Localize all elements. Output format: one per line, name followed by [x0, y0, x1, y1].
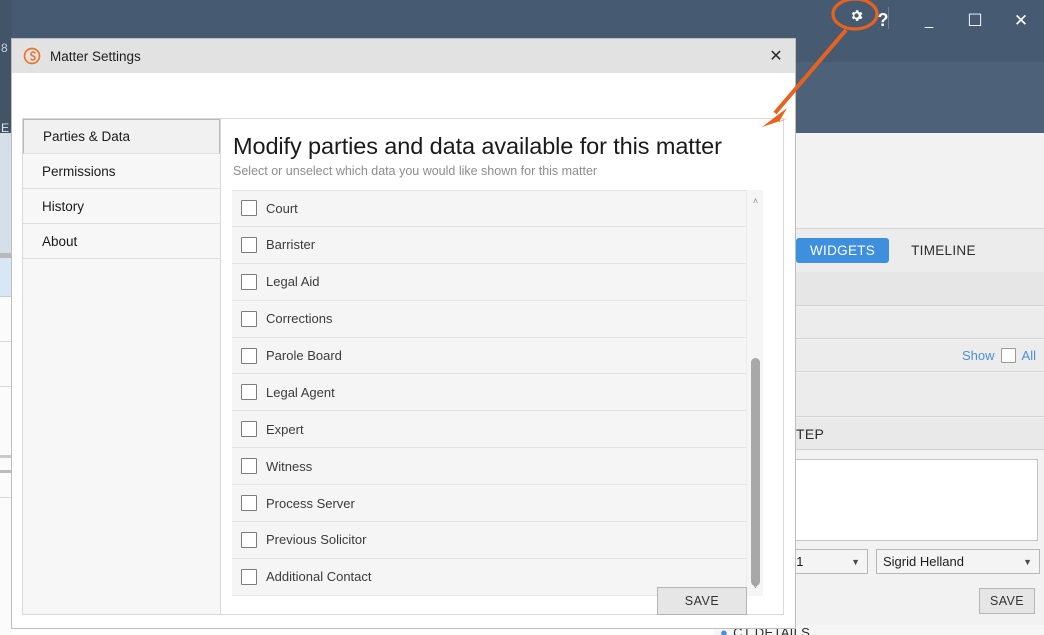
background-save-button[interactable]: SAVE — [979, 588, 1035, 614]
chevron-down-icon: ▼ — [1023, 556, 1032, 567]
step-section-header: TEP — [792, 418, 1044, 450]
list-item-label: Previous Solicitor — [266, 532, 367, 548]
checkbox[interactable] — [241, 310, 257, 327]
list-scrollbar[interactable]: ˄ ˅ — [746, 190, 763, 596]
sidebar-item-parties-and-data[interactable]: Parties & Data — [23, 119, 220, 154]
list-item[interactable]: Expert — [232, 411, 746, 449]
maximize-button[interactable]: ☐ — [952, 0, 998, 40]
sidebar-item-history[interactable]: History — [23, 189, 220, 224]
list-item-label: Legal Agent — [266, 384, 335, 400]
background-row-1 — [792, 272, 1044, 306]
background-sliver-h — [0, 470, 12, 473]
page-subtitle: Select or unselect which data you would … — [233, 164, 598, 178]
background-row-2 — [792, 307, 1044, 339]
chevron-down-icon: ▼ — [851, 556, 860, 567]
list-item[interactable]: Legal Aid — [232, 264, 746, 301]
list-item[interactable]: Witness — [232, 448, 746, 486]
window-controls: ? _ ☐ ✕ — [860, 0, 1044, 40]
checkbox[interactable] — [241, 495, 257, 512]
list-item-label: Barrister — [266, 237, 316, 253]
background-select-row: 21 ▼ Sigrid Helland ▼ — [782, 549, 1040, 574]
help-button[interactable]: ? — [860, 0, 906, 40]
person-select-value: Sigrid Helland — [883, 554, 964, 569]
page-title: Modify parties and data available for th… — [233, 133, 722, 159]
list-item-label: Expert — [266, 421, 304, 437]
list-item-label: Witness — [266, 458, 313, 474]
checkbox[interactable] — [241, 531, 257, 548]
list-item[interactable]: Previous Solicitor — [232, 522, 746, 559]
background-sliver-i — [0, 497, 12, 498]
parties-list: Court Barrister Legal Aid Corrections Pa… — [232, 190, 763, 596]
list-item-label: Process Server — [266, 495, 355, 511]
matter-settings-dialog: Matter Settings ✕ Parties & Data Permiss… — [12, 39, 795, 628]
checkbox[interactable] — [241, 568, 257, 585]
checkbox[interactable] — [241, 458, 257, 475]
checkbox[interactable] — [241, 273, 257, 290]
checkbox[interactable] — [241, 384, 257, 401]
checkbox[interactable] — [241, 236, 257, 253]
tab-timeline[interactable]: TIMELINE — [899, 238, 988, 263]
parties-list-rows: Court Barrister Legal Aid Corrections Pa… — [232, 190, 746, 596]
background-sliver-c — [0, 258, 12, 296]
list-item-label: Parole Board — [266, 348, 342, 363]
content-header: Modify parties and data available for th… — [221, 119, 783, 179]
scroll-up-arrow-icon[interactable]: ˄ — [747, 192, 764, 209]
scroll-down-arrow-icon[interactable]: ˅ — [747, 577, 764, 594]
all-link[interactable]: All — [1022, 348, 1036, 363]
background-sliver-a — [0, 133, 12, 253]
list-item[interactable]: Legal Agent — [232, 374, 746, 412]
screen: 8 E ? _ ☐ ✕ WIDGETS TIMELINE Show All TE… — [0, 0, 1044, 635]
checkbox[interactable] — [241, 347, 257, 364]
sidebar-item-label: Permissions — [42, 163, 116, 179]
background-sliver-f — [0, 386, 12, 387]
list-item-label: Legal Aid — [266, 274, 320, 290]
sidebar-item-label: About — [42, 233, 78, 249]
background-tabs: WIDGETS TIMELINE — [792, 228, 1044, 272]
scrollbar-thumb[interactable] — [751, 358, 760, 586]
background-sliver-d — [0, 296, 12, 297]
list-item-label: Court — [266, 200, 298, 216]
dialog-title: Matter Settings — [50, 48, 141, 64]
sidebar-item-label: Parties & Data — [43, 129, 131, 144]
save-button[interactable]: SAVE — [657, 587, 747, 615]
minimize-button[interactable]: _ — [906, 0, 952, 40]
background-sliver-g — [0, 455, 12, 458]
dialog-body: Parties & Data Permissions History About… — [12, 73, 795, 628]
background-row-3 — [792, 373, 1044, 417]
list-item[interactable]: Court — [232, 190, 746, 227]
sidebar-item-permissions[interactable]: Permissions — [23, 154, 220, 189]
app-left-rail — [0, 0, 12, 133]
sidebar-item-about[interactable]: About — [23, 224, 220, 259]
list-item-label: Additional Contact — [266, 569, 372, 585]
person-select[interactable]: Sigrid Helland ▼ — [876, 549, 1040, 574]
list-item[interactable]: Corrections — [232, 301, 746, 338]
show-all-checkbox[interactable] — [1000, 348, 1016, 363]
list-item[interactable]: Barrister — [232, 227, 746, 264]
note-textarea[interactable] — [782, 459, 1038, 541]
list-item-label: Corrections — [266, 311, 333, 327]
checkbox[interactable] — [241, 200, 257, 217]
dialog-sidebar: Parties & Data Permissions History About — [23, 119, 221, 614]
dialog-content: Modify parties and data available for th… — [221, 119, 783, 614]
close-button[interactable]: ✕ — [998, 0, 1044, 40]
app-logo-icon — [23, 47, 41, 65]
checkbox[interactable] — [241, 421, 257, 438]
dialog-close-button[interactable]: ✕ — [767, 47, 785, 65]
tab-widgets[interactable]: WIDGETS — [796, 238, 890, 263]
list-item[interactable]: Parole Board — [232, 338, 746, 375]
dialog-title-bar: Matter Settings ✕ — [12, 39, 795, 73]
background-sliver-e — [0, 341, 12, 342]
sidebar-item-label: History — [42, 198, 85, 214]
list-item[interactable]: Process Server — [232, 485, 746, 523]
show-link[interactable]: Show — [962, 348, 995, 363]
dialog-panes: Parties & Data Permissions History About… — [22, 118, 784, 615]
show-all-row: Show All — [792, 340, 1044, 372]
